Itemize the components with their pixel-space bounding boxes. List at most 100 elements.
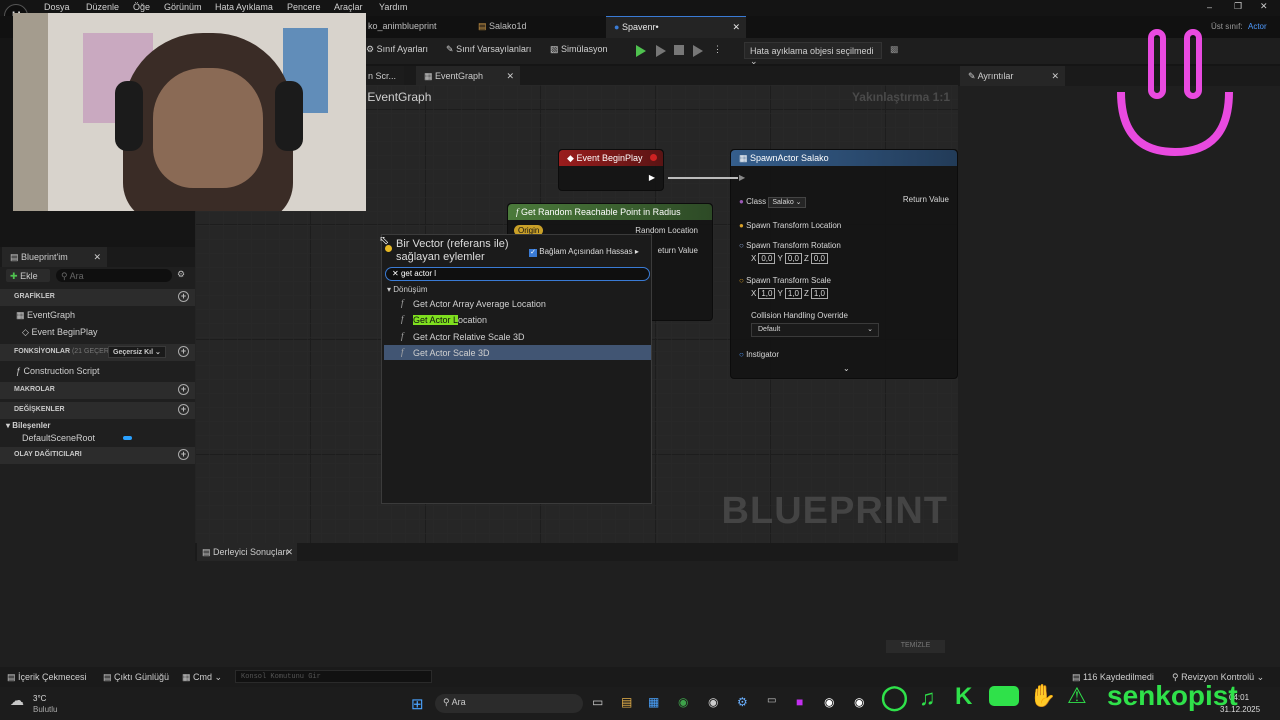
node-event-beginplay[interactable]: ◆ Event BeginPlay ▶ [558, 149, 664, 191]
close-tab-icon[interactable]: ✕ [506, 71, 514, 82]
section-event-dispatchers[interactable]: OLAY DAĞITICILARI + [0, 447, 195, 464]
clear-button[interactable]: TEMİZLE [886, 640, 945, 653]
stop-icon[interactable] [674, 45, 684, 55]
menu-asset[interactable]: Öğe [133, 2, 150, 12]
output-log-button[interactable]: ▤ Çıktı Günlüğü [103, 672, 169, 683]
action-get-actor-location[interactable]: f Get Actor Location [384, 312, 651, 327]
close-window-icon[interactable]: ✕ [1260, 1, 1268, 12]
tree-default-scene-root[interactable]: DefaultSceneRoot [22, 433, 95, 443]
console-input[interactable]: Konsol Komutunu Gir [235, 670, 432, 683]
scale-x-input[interactable]: 1,0 [758, 288, 776, 299]
exec-out-pin[interactable]: ▶ [649, 173, 655, 182]
add-button[interactable]: ✚ Ekle [6, 269, 50, 282]
menu-help[interactable]: Yardım [379, 2, 407, 12]
return-value-pin[interactable]: Return Value [903, 195, 949, 204]
epic-games-icon[interactable]: ▭ [767, 695, 776, 706]
more-options-icon[interactable]: ⋮ [713, 44, 722, 55]
minimize-icon[interactable]: – [1207, 2, 1212, 12]
class-settings-button[interactable]: ⚙ Sınıf Ayarları [366, 44, 428, 55]
class-defaults-button[interactable]: ✎ Sınıf Varsayılanları [446, 44, 531, 55]
instigator-pin[interactable]: ○ Instigator [739, 350, 779, 359]
windows-start-icon[interactable]: ⊞ [411, 695, 424, 713]
context-sensitive-toggle[interactable]: ✓ Bağlam Açısından Hassas ▸ [529, 247, 639, 257]
gear-icon[interactable]: ⚙ [177, 269, 185, 280]
spawn-scale-pin[interactable]: ○ Spawn Transform Scale [739, 276, 831, 285]
close-tab-icon[interactable]: ✕ [732, 22, 740, 33]
file-explorer-icon[interactable]: ▤ [621, 695, 632, 709]
github-icon[interactable]: ◉ [708, 695, 718, 709]
unreal-taskbar-icon[interactable]: ◉ [824, 695, 834, 709]
node-spawnactor-salako[interactable]: ▦ SpawnActor Salako ▶ ● Class Salako ⌄ R… [730, 149, 958, 379]
tab-construction-script[interactable]: n Scr... [360, 66, 405, 86]
action-search-input[interactable]: ✕ get actor l [385, 267, 650, 281]
section-graphs[interactable]: GRAFİKLER + [0, 289, 195, 306]
add-function-icon[interactable]: + [178, 346, 189, 357]
rotation-x-input[interactable]: 0,0 [758, 253, 776, 264]
add-graph-icon[interactable]: + [178, 291, 189, 302]
menu-tools[interactable]: Araçlar [334, 2, 363, 12]
scale-z-input[interactable]: 1,0 [810, 288, 828, 299]
simulation-button[interactable]: ▧ Simülasyon [550, 44, 608, 55]
tab-compiler-results[interactable]: ▤ Derleyici Sonuçları ✕ [197, 543, 297, 561]
close-tab-icon[interactable]: ✕ [93, 252, 101, 263]
delegate-pin[interactable] [650, 154, 657, 161]
weather-temp[interactable]: 3°C [33, 694, 46, 703]
add-variable-icon[interactable]: + [178, 404, 189, 415]
tab-salako1d[interactable]: ▤ Salako1d [470, 16, 535, 38]
chrome-icon[interactable]: ◉ [678, 695, 688, 709]
menu-edit[interactable]: Düzenle [86, 2, 119, 12]
tree-event-beginplay[interactable]: ◇ Event BeginPlay [22, 327, 97, 338]
section-variables[interactable]: DEĞİŞKENLER + [0, 402, 195, 419]
add-macro-icon[interactable]: + [178, 384, 189, 395]
steam-icon[interactable]: ⚙ [737, 695, 748, 709]
close-tab-icon[interactable]: ✕ [285, 547, 293, 558]
tab-eventgraph[interactable]: ▦ EventGraph ✕ [416, 66, 520, 86]
return-value-pin[interactable]: eturn Value [658, 246, 698, 255]
parent-class-link[interactable]: Actor [1248, 22, 1267, 31]
close-tab-icon[interactable]: ✕ [1051, 71, 1059, 82]
collision-select[interactable]: Default ⌄ [751, 323, 879, 337]
class-pin[interactable]: ● Class Salako ⌄ [739, 197, 806, 208]
action-get-actor-array-average-location[interactable]: f Get Actor Array Average Location [384, 296, 651, 311]
action-get-actor-scale-3d[interactable]: f Get Actor Scale 3D [384, 345, 651, 360]
step-icon[interactable] [656, 45, 666, 57]
blueprint-search-input[interactable]: ⚲ Ara [56, 269, 172, 282]
expand-pins-icon[interactable]: ⌄ [843, 364, 850, 373]
override-select[interactable]: Geçersiz Kıl ⌄ [108, 346, 166, 358]
spawn-rotation-pin[interactable]: ○ Spawn Transform Rotation [739, 241, 841, 250]
task-view-icon[interactable]: ▭ [592, 695, 603, 709]
debug-object-select[interactable]: Hata ayıklama objesi seçilmedi ⌄ [744, 42, 882, 66]
tab-animblueprint[interactable]: ko_animblueprint [360, 16, 445, 38]
action-get-actor-relative-scale-3d[interactable]: f Get Actor Relative Scale 3D [384, 329, 651, 344]
find-object-icon[interactable]: ▩ [890, 44, 899, 55]
tree-construction-script[interactable]: ƒ Construction Script [16, 366, 100, 376]
menu-debug[interactable]: Hata Ayıklama [215, 2, 273, 12]
add-dispatcher-icon[interactable]: + [178, 449, 189, 460]
tab-my-blueprint[interactable]: ▤ Blueprint'im ✕ [2, 247, 107, 267]
maximize-icon[interactable]: ❐ [1234, 1, 1242, 12]
tab-spavenr[interactable]: ● Spavenr• ✕ [606, 16, 746, 38]
tab-details[interactable]: ✎ Ayrıntılar ✕ [960, 66, 1065, 86]
rotation-z-input[interactable]: 0,0 [810, 253, 828, 264]
menu-window[interactable]: Pencere [287, 2, 321, 12]
app-icon[interactable]: ■ [796, 695, 803, 709]
unreal-taskbar-icon-2[interactable]: ◉ [854, 695, 864, 709]
tree-components[interactable]: ▾ Bileşenler [6, 421, 51, 430]
eject-icon[interactable] [693, 45, 703, 57]
play-icon[interactable] [636, 45, 646, 57]
category-dönüşüm[interactable]: ▾ Dönüşüm [387, 285, 428, 294]
section-functions[interactable]: FONKSİYONLAR (21 GEÇERS Geçersiz Kıl ⌄ + [0, 344, 195, 361]
taskbar-search[interactable]: ⚲ Ara [435, 694, 583, 713]
store-icon[interactable]: ▦ [648, 695, 659, 709]
menu-view[interactable]: Görünüm [164, 2, 202, 12]
menu-file[interactable]: Dosya [44, 2, 70, 12]
clear-search-icon[interactable]: ✕ [392, 269, 399, 278]
section-macros[interactable]: MAKROLAR + [0, 382, 195, 399]
rotation-y-input[interactable]: 0,0 [784, 253, 802, 264]
content-drawer-button[interactable]: ▤ İçerik Çekmecesi [7, 672, 87, 683]
scale-y-input[interactable]: 1,0 [784, 288, 802, 299]
class-select[interactable]: Salako ⌄ [768, 197, 806, 208]
cmd-select[interactable]: ▦ Cmd ⌄ [182, 672, 222, 683]
tree-eventgraph[interactable]: ▦ EventGraph [16, 310, 75, 321]
exec-in-pin[interactable]: ▶ [739, 173, 745, 182]
